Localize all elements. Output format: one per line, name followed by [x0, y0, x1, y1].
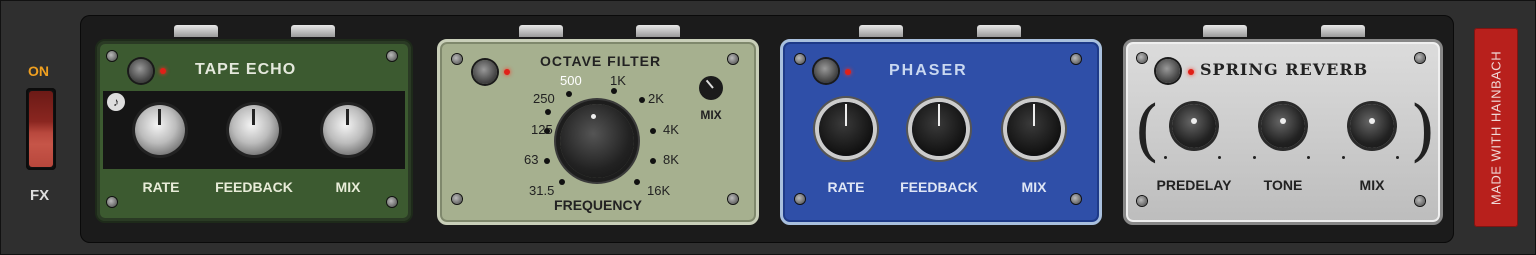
- pedal-title: SPRING REVERB: [1200, 60, 1369, 79]
- screw: [1415, 196, 1425, 206]
- knob-max-dot: [1218, 156, 1221, 159]
- freq-label-1k: 1K: [610, 73, 626, 88]
- screw: [107, 51, 117, 61]
- screw: [1071, 54, 1081, 64]
- bypass-button[interactable]: [129, 59, 153, 83]
- feedback-knob[interactable]: [912, 102, 966, 156]
- freq-label-4k: 4K: [663, 122, 679, 137]
- freq-dot: [650, 158, 656, 164]
- bypass-button[interactable]: [473, 60, 497, 84]
- mix-knob[interactable]: [1350, 104, 1394, 148]
- output-jack: [1321, 25, 1365, 37]
- knob-max-dot: [1307, 156, 1310, 159]
- freq-label-8k: 8K: [663, 152, 679, 167]
- screw: [1137, 196, 1147, 206]
- mix-label: MIX: [700, 108, 722, 122]
- pedal-title: PHASER: [889, 62, 968, 79]
- screw: [728, 54, 738, 64]
- screw: [795, 54, 805, 64]
- freq-dot: [566, 91, 572, 97]
- mix-label: MIX: [1021, 179, 1047, 195]
- screw: [387, 51, 397, 61]
- knob-min-dot: [1164, 156, 1167, 159]
- output-jack: [636, 25, 680, 37]
- bypass-button[interactable]: [814, 59, 838, 83]
- freq-dot: [544, 128, 550, 134]
- screw: [107, 197, 117, 207]
- freq-dot: [545, 109, 551, 115]
- made-with-hainbach-button[interactable]: MADE WITH HAINBACH: [1474, 28, 1518, 227]
- knob-min-dot: [1253, 156, 1256, 159]
- knob-min-dot: [1342, 156, 1345, 159]
- status-led: [160, 68, 166, 74]
- knob-max-dot: [1396, 156, 1399, 159]
- output-jack: [291, 25, 335, 37]
- tone-knob[interactable]: [1261, 104, 1305, 148]
- freq-dot: [559, 179, 565, 185]
- freq-dot: [650, 128, 656, 134]
- input-jack: [174, 25, 218, 37]
- freq-label-250: 250: [533, 91, 555, 106]
- frequency-label: FREQUENCY: [554, 197, 642, 213]
- rate-knob[interactable]: [135, 105, 185, 155]
- freq-dot: [544, 158, 550, 164]
- spring-left-bracket-icon: (: [1134, 92, 1160, 169]
- freq-label-2k: 2K: [648, 91, 664, 106]
- spring-reverb-pedal: SPRING REVERB ( ) PREDELAY TONE MIX: [1123, 39, 1443, 225]
- screw: [387, 197, 397, 207]
- mix-knob[interactable]: [323, 105, 373, 155]
- input-jack: [859, 25, 903, 37]
- freq-dot: [634, 179, 640, 185]
- fx-rack-window: ON FX TAPE ECHO ♪ RATE FEEDBACK MIX OCTA…: [0, 0, 1536, 255]
- fx-label: FX: [30, 187, 50, 204]
- spring-right-bracket-icon: ): [1410, 92, 1436, 169]
- status-led: [1188, 69, 1194, 75]
- mix-label: MIX: [335, 179, 361, 195]
- tape-echo-pedal: TAPE ECHO ♪ RATE FEEDBACK MIX: [95, 39, 413, 223]
- freq-label-31-5: 31.5: [529, 183, 555, 198]
- input-jack: [1203, 25, 1247, 37]
- phaser-pedal: PHASER RATE FEEDBACK MIX: [780, 39, 1102, 225]
- bypass-button[interactable]: [1156, 59, 1180, 83]
- freq-label-16k: 16K: [647, 183, 671, 198]
- mix-knob[interactable]: [699, 76, 723, 100]
- on-label: ON: [28, 63, 49, 79]
- rate-knob[interactable]: [819, 102, 873, 156]
- made-with-label: MADE WITH HAINBACH: [1488, 50, 1504, 205]
- octave-filter-pedal: OCTAVE FILTER 500 1K 250 2K 125 4K 63 8K…: [437, 39, 759, 225]
- freq-label-500: 500: [560, 73, 582, 88]
- screw: [452, 194, 462, 204]
- pedal-title: TAPE ECHO: [195, 61, 297, 78]
- freq-dot: [639, 97, 645, 103]
- freq-dot: [611, 88, 617, 94]
- input-jack: [519, 25, 563, 37]
- frequency-knob[interactable]: [560, 104, 634, 178]
- status-led: [845, 69, 851, 75]
- screw: [795, 194, 805, 204]
- output-jack: [977, 25, 1021, 37]
- screw: [1137, 53, 1147, 63]
- screw: [728, 194, 738, 204]
- mix-knob[interactable]: [1007, 102, 1061, 156]
- predelay-knob[interactable]: [1172, 104, 1216, 148]
- screw: [1071, 194, 1081, 204]
- note-icon[interactable]: ♪: [107, 93, 125, 111]
- fx-toggle-switch[interactable]: [26, 88, 56, 170]
- status-led: [504, 69, 510, 75]
- freq-label-63: 63: [524, 152, 539, 167]
- mix-label: MIX: [1359, 177, 1385, 193]
- frequency-knob-pointer: [591, 114, 596, 119]
- switch-lever[interactable]: [29, 91, 53, 167]
- pedal-title: OCTAVE FILTER: [540, 53, 662, 69]
- feedback-knob[interactable]: [229, 105, 279, 155]
- screw: [452, 54, 462, 64]
- screw: [1415, 53, 1425, 63]
